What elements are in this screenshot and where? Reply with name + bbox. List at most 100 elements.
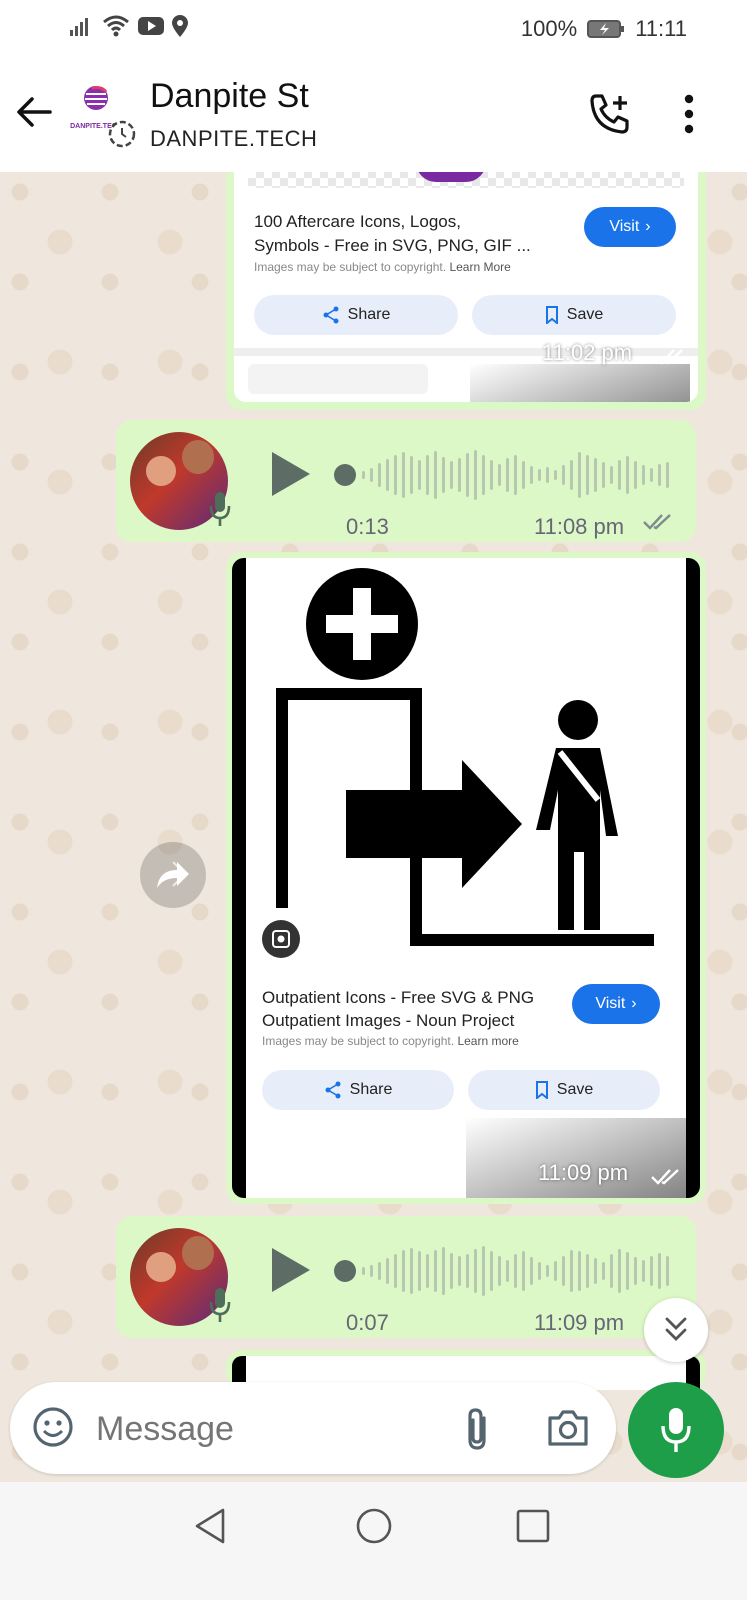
card-title-line2: Symbols - Free in SVG, PNG, GIF ... <box>254 236 531 255</box>
waveform-bar <box>498 464 501 486</box>
waveform-bar <box>594 1258 597 1284</box>
message-input[interactable] <box>94 1402 438 1456</box>
contact-avatar[interactable]: DANPITE.TECH <box>66 84 136 148</box>
voice-duration: 0:13 <box>346 514 389 539</box>
time-shade <box>466 1118 686 1198</box>
emoji-icon[interactable] <box>32 1406 74 1448</box>
logo-icon <box>84 86 108 110</box>
waveform-bar <box>466 1254 469 1288</box>
contact-subtitle[interactable]: DANPITE.TECH <box>150 126 317 152</box>
waveform-bar <box>474 1249 477 1293</box>
link-card[interactable]: 100 Aftercare Icons, Logos, Symbols - Fr… <box>234 172 698 402</box>
waveform-bar <box>602 462 605 488</box>
more-options-icon[interactable] <box>683 94 695 134</box>
waveform-bar <box>434 451 437 499</box>
nav-recents-icon[interactable] <box>515 1508 551 1544</box>
mic-badge-icon <box>209 1288 231 1322</box>
play-icon[interactable] <box>270 1246 312 1294</box>
battery-percent: 100% <box>520 16 578 41</box>
battery-icon <box>587 20 625 38</box>
chat-area[interactable]: 100 Aftercare Icons, Logos, Symbols - Fr… <box>0 172 747 1482</box>
microphone-icon <box>661 1408 691 1452</box>
waveform-bar <box>562 465 565 485</box>
bookmark-icon <box>535 1081 548 1099</box>
playback-scrubber[interactable] <box>334 1260 356 1282</box>
waveform-bar <box>466 453 469 497</box>
waveform-bar <box>418 1251 421 1291</box>
share-button[interactable]: Share <box>254 295 458 335</box>
visit-button[interactable]: Visit › <box>584 207 676 247</box>
waveform-bar <box>442 1247 445 1295</box>
waveform-bar <box>554 470 557 480</box>
voice-record-button[interactable] <box>628 1382 724 1478</box>
screenshot-content: Outpatient Icons - Free SVG & PNG Outpat… <box>246 558 686 1198</box>
voice-waveform[interactable] <box>362 1244 669 1298</box>
waveform-bar <box>482 1246 485 1296</box>
waveform-bar <box>578 452 581 498</box>
waveform-bar <box>642 1260 645 1282</box>
share-icon <box>325 1081 341 1099</box>
play-icon[interactable] <box>270 450 312 498</box>
waveform-bar <box>546 1265 549 1277</box>
share-button[interactable]: Share <box>262 1070 454 1110</box>
waveform-bar <box>458 1256 461 1286</box>
waveform-bar <box>378 463 381 487</box>
waveform-bar <box>626 456 629 494</box>
waveform-bar <box>434 1250 437 1292</box>
waveform-bar <box>394 455 397 495</box>
nav-home-icon[interactable] <box>354 1506 394 1546</box>
waveform-bar <box>618 460 621 490</box>
forward-button[interactable] <box>140 842 206 908</box>
message-bubble[interactable]: 100 Aftercare Icons, Logos, Symbols - Fr… <box>226 172 706 410</box>
waveform-bar <box>514 1254 517 1288</box>
save-button[interactable]: Save <box>468 1070 660 1110</box>
voice-waveform[interactable] <box>362 448 669 502</box>
message-bubble[interactable]: Outpatient Icons - Free SVG & PNG Outpat… <box>226 552 706 1204</box>
system-navigation-bar <box>0 1482 747 1600</box>
waveform-bar <box>562 1256 565 1286</box>
waveform-bar <box>634 461 637 489</box>
waveform-bar <box>450 1253 453 1289</box>
voice-message-bubble[interactable]: 0:13 11:08 pm <box>116 420 696 542</box>
lens-icon <box>272 930 290 948</box>
add-call-icon[interactable] <box>588 92 632 136</box>
waveform-bar <box>530 466 533 484</box>
waveform-bar <box>658 464 661 486</box>
image-message[interactable]: Outpatient Icons - Free SVG & PNG Outpat… <box>232 558 700 1198</box>
waveform-bar <box>578 1251 581 1291</box>
copyright-note: Images may be subject to copyright. Lear… <box>254 260 511 274</box>
waveform-bar <box>458 458 461 492</box>
learn-more-link[interactable]: Learn More <box>449 260 510 274</box>
camera-icon[interactable] <box>546 1408 590 1448</box>
voice-message-bubble[interactable]: 0:07 11:09 pm <box>116 1216 696 1338</box>
status-ring-icon <box>108 120 136 148</box>
waveform-bar <box>514 455 517 495</box>
visit-button[interactable]: Visit › <box>572 984 660 1024</box>
attach-icon[interactable] <box>462 1406 492 1452</box>
double-chevron-down-icon <box>665 1317 687 1341</box>
card-title-line1: Outpatient Icons - Free SVG & PNG <box>262 988 535 1007</box>
scroll-to-bottom-button[interactable] <box>644 1298 708 1362</box>
time-shade <box>470 364 690 402</box>
waveform-bar <box>618 1249 621 1293</box>
back-arrow-icon[interactable] <box>14 92 54 132</box>
playback-scrubber[interactable] <box>334 464 356 486</box>
outpatient-pictogram <box>276 568 654 946</box>
waveform-bar <box>650 468 653 482</box>
waveform-bar <box>490 460 493 490</box>
waveform-bar <box>538 1262 541 1280</box>
save-button[interactable]: Save <box>472 295 676 335</box>
nav-back-icon[interactable] <box>193 1507 227 1545</box>
waveform-bar <box>410 456 413 494</box>
waveform-bar <box>394 1254 397 1288</box>
waveform-bar <box>650 1256 653 1286</box>
contact-name[interactable]: Danpite St <box>150 77 309 116</box>
wifi-icon <box>103 15 129 37</box>
waveform-bar <box>498 1256 501 1286</box>
lens-badge <box>262 920 300 958</box>
voice-duration: 0:07 <box>346 1310 389 1335</box>
learn-more-link[interactable]: Learn more <box>457 1034 518 1048</box>
waveform-bar <box>522 461 525 489</box>
signal-icon <box>70 18 88 36</box>
waveform-bar <box>386 1258 389 1284</box>
